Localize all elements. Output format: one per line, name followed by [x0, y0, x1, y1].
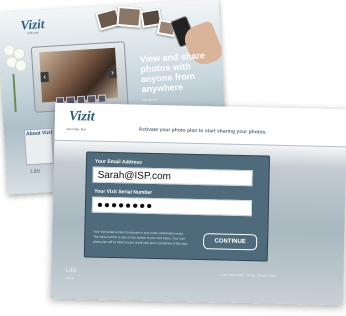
frame-photo	[39, 47, 119, 103]
vizit-logo: Vizit	[68, 109, 95, 125]
chevron-right-icon: ›	[108, 67, 117, 79]
serial-help-note: Your Vizit serial number is included in …	[93, 229, 189, 246]
floating-photo	[116, 5, 142, 28]
back-cta: Get started	[142, 97, 158, 103]
activation-screen: Vizit see more. feel Activate your photo…	[50, 102, 346, 306]
chevron-left-icon: ‹	[40, 71, 49, 83]
page-tagline: Activate your photo plan to start sharin…	[138, 126, 267, 136]
back-lite-logo: Lite	[30, 168, 41, 176]
footer-links[interactable]: Lorem ipsum dolor · Terms · Privacy Poli…	[219, 272, 276, 277]
header-divider	[54, 139, 346, 148]
flower-image	[1, 43, 29, 114]
serial-label: Your Vizit Serial Number	[94, 188, 153, 196]
lite-logo: Lite	[65, 266, 77, 275]
email-field[interactable]: Sarah@ISP.com	[92, 166, 253, 187]
vizit-logo-subtitle: see more. feel	[66, 126, 86, 132]
continue-button[interactable]: CONTINUE	[202, 233, 258, 251]
lite-logo-subtitle: Labels	[65, 275, 75, 281]
activation-form: Your Email Address Sarah@ISP.com Your Vi…	[83, 151, 271, 262]
back-logo-subtitle: vizit.com	[26, 30, 39, 36]
email-label: Your Email Address	[94, 158, 142, 166]
serial-number-field[interactable]: ●●●●●●●●	[91, 196, 253, 217]
back-headline: View and share photos with anyone from a…	[139, 50, 206, 95]
